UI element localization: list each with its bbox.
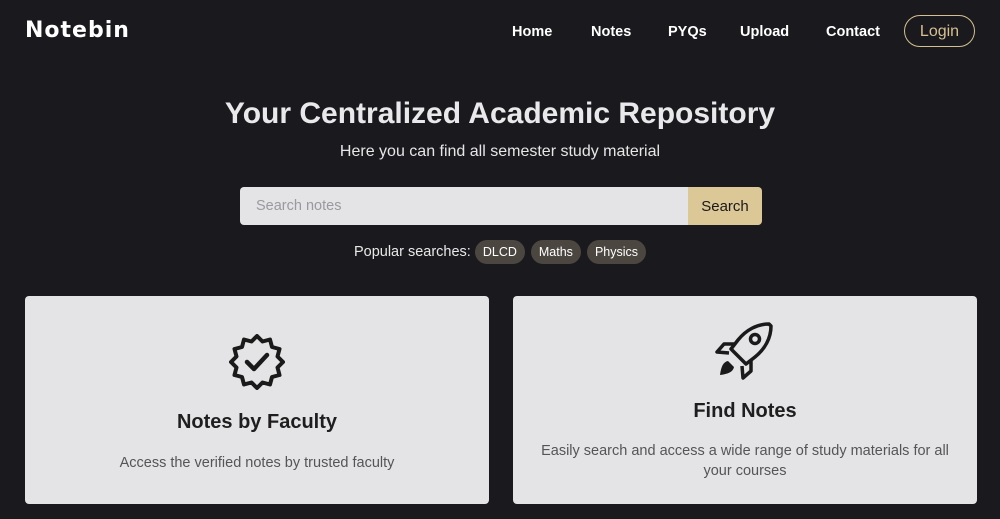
popular-tag-dlcd[interactable]: DLCD	[474, 240, 525, 264]
card-title: Find Notes	[693, 400, 797, 422]
card-description: Access the verified notes by trusted fac…	[119, 455, 395, 471]
popular-tag-maths[interactable]: Maths	[530, 240, 581, 264]
nav-link-contact[interactable]: Contact	[826, 24, 880, 40]
verified-badge-icon	[229, 334, 285, 394]
nav-link-notes[interactable]: Notes	[591, 24, 631, 40]
hero-subtitle: Here you can find all semester study mat…	[339, 143, 661, 160]
feature-card-find-notes[interactable]: Find Notes Easily search and access a wi…	[513, 296, 977, 504]
search-button[interactable]: Search	[688, 187, 762, 225]
rocket-icon	[713, 320, 777, 386]
search-input[interactable]	[240, 187, 688, 225]
popular-searches: Popular searches: DLCD Maths Physics	[0, 240, 1000, 264]
navbar: Notebin Home Notes PYQs Upload Contact L…	[0, 0, 1000, 64]
popular-searches-label: Popular searches:	[353, 244, 471, 260]
feature-card-faculty[interactable]: Notes by Faculty Access the verified not…	[25, 296, 489, 504]
card-description: Easily search and access a wide range of…	[541, 443, 949, 479]
nav-link-home[interactable]: Home	[512, 24, 552, 40]
card-title: Notes by Faculty	[176, 411, 338, 433]
nav-link-upload[interactable]: Upload	[740, 24, 789, 40]
search-bar: Search	[240, 187, 762, 225]
nav-link-pyqs[interactable]: PYQs	[668, 24, 707, 40]
brand-logo[interactable]: Notebin	[25, 18, 130, 43]
popular-tag-physics[interactable]: Physics	[586, 240, 647, 264]
hero-title: Your Centralized Academic Repository	[224, 97, 776, 130]
login-button[interactable]: Login	[904, 15, 975, 47]
